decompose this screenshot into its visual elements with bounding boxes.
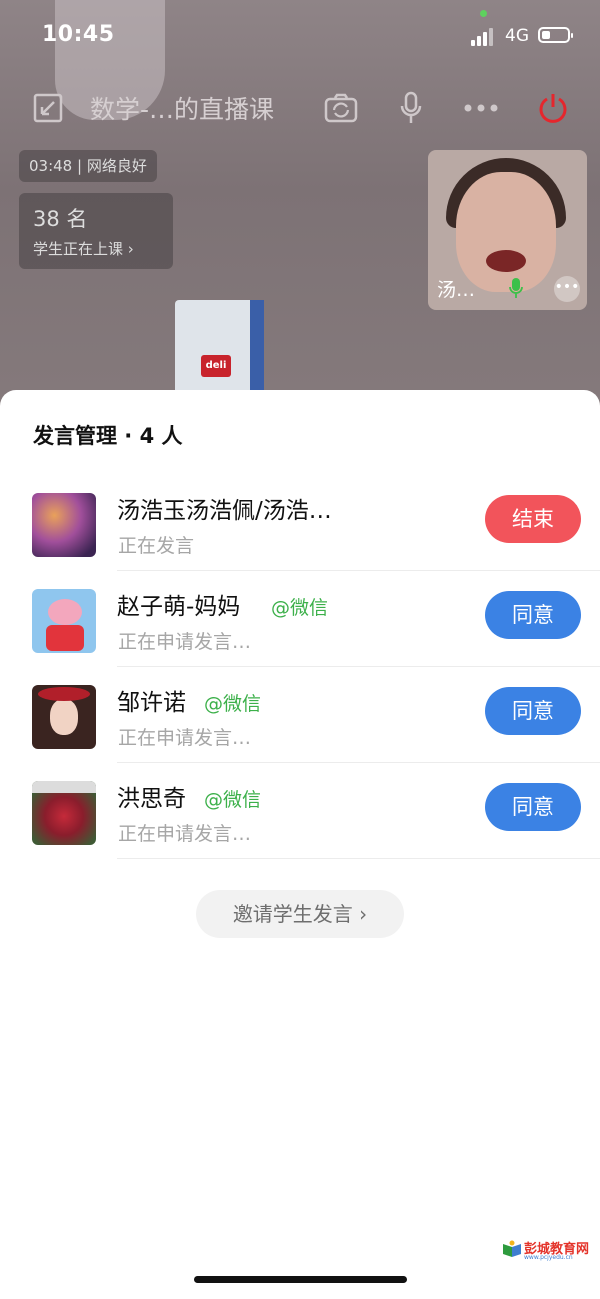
video-figure (486, 250, 526, 272)
switch-camera-icon (324, 93, 358, 122)
approve-speaking-button[interactable]: 同意 (485, 591, 581, 639)
participant-status: 正在申请发言… (118, 727, 252, 749)
participant-name: 赵子萌-妈妈 (117, 594, 241, 620)
status-time: 10:45 (42, 22, 115, 47)
participant-name: 邹许诺 (117, 690, 186, 716)
student-count: 38 名 (33, 207, 88, 231)
panel-title: 发言管理 · 4 人 (33, 424, 183, 448)
camera-indicator-icon (480, 10, 487, 17)
status-bar: 10:45 4G (0, 0, 600, 70)
end-speaking-button[interactable]: 结束 (485, 495, 581, 543)
list-item: 赵子萌-妈妈 @微信 正在申请发言… 同意 (0, 571, 600, 667)
tile-more-icon[interactable]: ••• (554, 276, 580, 302)
participant-status: 正在申请发言… (118, 631, 252, 653)
student-count-badge[interactable]: 38 名 学生正在上课 › (19, 193, 173, 269)
avatar (32, 493, 96, 557)
timer-badge: 03:48 | 网络良好 (19, 150, 157, 182)
switch-camera-button[interactable] (320, 80, 362, 135)
approve-speaking-button[interactable]: 同意 (485, 783, 581, 831)
signal-icon (471, 28, 497, 46)
minimize-button[interactable] (28, 80, 68, 135)
background-box: deli (175, 300, 260, 395)
mic-active-icon (509, 278, 523, 298)
wechat-tag: @微信 (271, 597, 329, 619)
avatar (32, 589, 96, 653)
approve-speaking-button[interactable]: 同意 (485, 687, 581, 735)
wechat-tag: @微信 (204, 693, 262, 715)
list-item: 洪思奇 @微信 正在申请发言… 同意 (0, 763, 600, 859)
battery-icon (538, 27, 573, 43)
end-live-button[interactable] (533, 80, 573, 135)
box-logo: deli (201, 355, 231, 377)
watermark-url: www.pcjyedu.cn (524, 1254, 573, 1261)
live-toolbar: 数学-…的直播课 (0, 80, 600, 135)
more-icon (464, 104, 498, 111)
list-item: 邹许诺 @微信 正在申请发言… 同意 (0, 667, 600, 763)
student-video-tile[interactable]: 汤… ••• (428, 150, 587, 310)
video-figure (456, 172, 556, 292)
speaker-management-panel: 发言管理 · 4 人 汤浩玉汤浩佩/汤浩… 正在发言 结束 赵子萌-妈妈 @微信… (0, 390, 600, 1299)
microphone-icon (400, 91, 422, 123)
participant-status: 正在申请发言… (118, 823, 252, 845)
power-icon (539, 93, 567, 123)
student-status: 学生正在上课 › (33, 240, 134, 258)
list-item: 汤浩玉汤浩佩/汤浩… 正在发言 结束 (0, 475, 600, 571)
invite-student-button[interactable]: 邀请学生发言 › (196, 890, 404, 938)
minimize-icon (33, 93, 63, 122)
wechat-tag: @微信 (204, 789, 262, 811)
class-title: 数学-…的直播课 (90, 95, 275, 124)
participant-name: 洪思奇 (117, 786, 186, 812)
site-watermark: 彭城教育网 www.pcjyedu.cn (502, 1240, 594, 1262)
avatar (32, 685, 96, 749)
background-object (250, 300, 264, 395)
home-indicator[interactable] (194, 1276, 407, 1283)
participant-status: 正在发言 (118, 535, 195, 557)
participant-name: 汤浩玉汤浩佩/汤浩… (117, 498, 332, 524)
divider (117, 858, 600, 859)
book-logo-icon (503, 1240, 521, 1257)
microphone-button[interactable] (395, 80, 427, 135)
tile-student-name: 汤… (437, 279, 476, 301)
avatar (32, 781, 96, 845)
more-button[interactable] (460, 80, 502, 135)
network-type: 4G (505, 26, 529, 46)
